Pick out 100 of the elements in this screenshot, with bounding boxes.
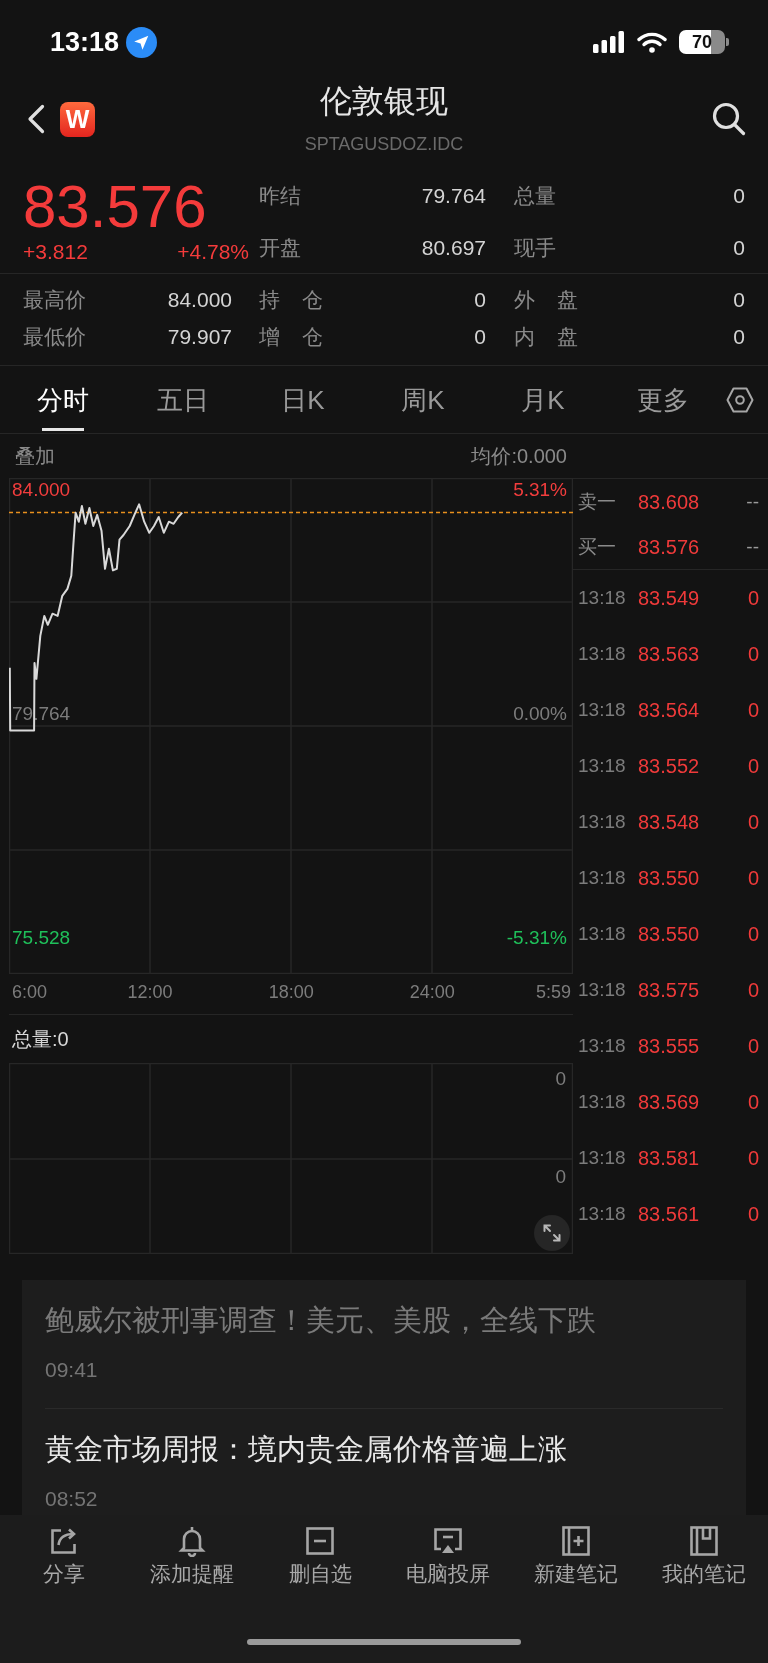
trade-volume: 0 xyxy=(747,978,759,1002)
time-axis-label: 6:00 xyxy=(12,981,48,1003)
search-icon[interactable] xyxy=(712,102,746,136)
remove-watchlist-button[interactable]: 删自选 xyxy=(256,1525,384,1587)
trade-time: 13:18 xyxy=(578,922,627,946)
stat-value: 80.697 xyxy=(421,235,486,261)
stat-value: 0 xyxy=(733,235,745,261)
chart-tab[interactable]: 分时 xyxy=(3,366,123,433)
stat-value: 79.764 xyxy=(421,183,486,209)
percent-change: +4.78% xyxy=(177,239,249,265)
news-time: 09:41 xyxy=(45,1357,98,1383)
volume-axis-label: 0 xyxy=(555,1166,566,1188)
screen-cast-button[interactable]: 电脑投屏 xyxy=(384,1525,512,1587)
stat-value: 79.907 xyxy=(167,324,232,350)
notebook-icon xyxy=(688,1525,720,1557)
time-axis-label: 5:59 xyxy=(535,981,571,1003)
back-icon[interactable] xyxy=(27,104,45,134)
stat-label: 持 仓 xyxy=(259,287,323,313)
expand-button[interactable] xyxy=(534,1215,570,1251)
trade-volume: 0 xyxy=(747,642,759,666)
share-button[interactable]: 分享 xyxy=(0,1525,128,1587)
trade-volume: 0 xyxy=(747,1090,759,1114)
new-note-button[interactable]: 新建笔记 xyxy=(512,1525,640,1587)
trade-volume: 0 xyxy=(747,1146,759,1170)
chart-tab[interactable]: 月K xyxy=(483,366,603,433)
trade-volume: 0 xyxy=(747,922,759,946)
price-axis-label: 84.000 xyxy=(12,478,71,502)
stat-value: 84.000 xyxy=(167,287,232,313)
time-axis-label: 24:00 xyxy=(409,981,455,1003)
trade-price: 83.548 xyxy=(638,810,700,834)
stat-value: 0 xyxy=(733,183,745,209)
notebook-plus-icon xyxy=(560,1525,592,1557)
app-logo: W xyxy=(60,101,95,137)
overlay-label[interactable]: 叠加 xyxy=(15,444,55,468)
trade-volume: 0 xyxy=(747,866,759,890)
trade-time: 13:18 xyxy=(578,1034,627,1058)
chart-tab[interactable]: 日K xyxy=(243,366,363,433)
order-volume: -- xyxy=(746,534,759,559)
trade-price: 83.564 xyxy=(638,698,700,722)
trade-volume: 0 xyxy=(747,810,759,834)
percent-axis-label: 5.31% xyxy=(513,478,567,502)
symbol-code: SPTAGUSDOZ.IDC xyxy=(304,133,464,155)
minus-square-icon xyxy=(304,1525,336,1557)
order-side-label: 买一 xyxy=(578,534,617,559)
news-headline[interactable]: 黄金市场周报：境内贵金属价格普遍上涨 xyxy=(45,1432,567,1466)
stat-value: 0 xyxy=(474,324,486,350)
trade-time: 13:18 xyxy=(578,642,627,666)
time-axis-label: 12:00 xyxy=(127,981,173,1003)
order-volume: -- xyxy=(746,489,759,514)
trade-price: 83.550 xyxy=(638,866,700,890)
time-axis-label: 18:00 xyxy=(268,981,314,1003)
stat-label: 现手 xyxy=(514,235,556,261)
percent-axis-label: -5.31% xyxy=(506,926,567,950)
my-notes-button[interactable]: 我的笔记 xyxy=(640,1525,768,1587)
trade-time: 13:18 xyxy=(578,810,627,834)
trade-time: 13:18 xyxy=(578,754,627,778)
trade-time: 13:18 xyxy=(578,698,627,722)
signal-icon xyxy=(593,31,625,53)
stat-label: 内 盘 xyxy=(514,324,578,350)
battery-indicator: 70 xyxy=(679,30,729,54)
location-icon xyxy=(126,27,158,58)
trade-time: 13:18 xyxy=(578,1090,627,1114)
chart-tab[interactable]: 五日 xyxy=(123,366,243,433)
status-time: 13:18 xyxy=(50,30,120,54)
trade-volume: 0 xyxy=(747,754,759,778)
page-title: 伦敦银现 xyxy=(320,83,448,119)
volume-axis-label: 0 xyxy=(555,1068,566,1090)
trade-time: 13:18 xyxy=(578,586,627,610)
trade-time: 13:18 xyxy=(578,978,627,1002)
trade-time: 13:18 xyxy=(578,1146,627,1170)
order-price: 83.576 xyxy=(638,534,700,559)
chart-tab[interactable]: 周K xyxy=(363,366,483,433)
price-axis-label: 75.528 xyxy=(12,926,71,950)
average-price: 均价:0.000 xyxy=(471,444,567,468)
trade-price: 83.563 xyxy=(638,642,700,666)
trade-volume: 0 xyxy=(747,698,759,722)
trade-volume: 0 xyxy=(747,586,759,610)
trade-time: 13:18 xyxy=(578,866,627,890)
trade-price: 83.581 xyxy=(638,1146,700,1170)
order-side-label: 卖一 xyxy=(578,489,617,514)
trade-price: 83.555 xyxy=(638,1034,700,1058)
stat-label: 最高价 xyxy=(23,287,86,313)
trade-price: 83.552 xyxy=(638,754,700,778)
trade-time: 13:18 xyxy=(578,1202,627,1226)
trade-volume: 0 xyxy=(747,1202,759,1226)
add-alert-button[interactable]: 添加提醒 xyxy=(128,1525,256,1587)
stat-value: 0 xyxy=(733,324,745,350)
wifi-icon xyxy=(637,31,667,53)
settings-icon[interactable] xyxy=(726,386,754,413)
stat-label: 开盘 xyxy=(259,235,301,261)
news-headline[interactable]: 鲍威尔被刑事调查！美元、美股，全线下跌 xyxy=(45,1303,596,1337)
trade-price: 83.550 xyxy=(638,922,700,946)
chart-tab[interactable]: 更多 xyxy=(603,366,723,433)
trade-volume: 0 xyxy=(747,1034,759,1058)
trade-price: 83.569 xyxy=(638,1090,700,1114)
stat-label: 增 仓 xyxy=(259,324,323,350)
trade-price: 83.575 xyxy=(638,978,700,1002)
trade-price: 83.561 xyxy=(638,1202,700,1226)
stat-value: 0 xyxy=(733,287,745,313)
stat-label: 外 盘 xyxy=(514,287,578,313)
